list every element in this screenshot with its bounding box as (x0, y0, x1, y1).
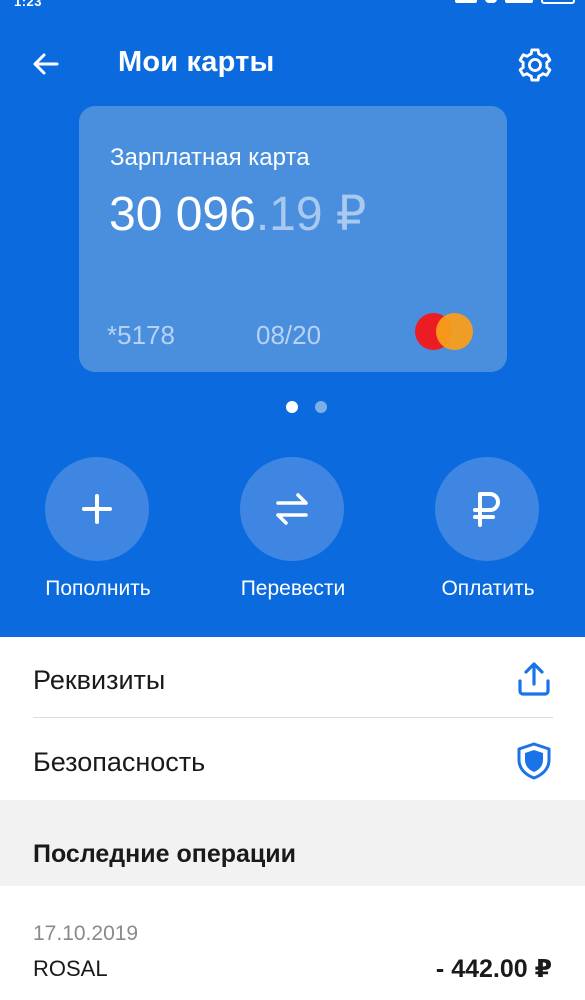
transfer-circle (240, 457, 344, 561)
operation-date: 17.10.2019 (33, 922, 139, 945)
gear-icon (518, 48, 552, 82)
mastercard-orange-circle (436, 313, 473, 350)
card-balance-fraction: .19 ₽ (255, 188, 367, 241)
status-bar: 1:23 (0, 0, 585, 14)
alarm-icon (485, 0, 497, 3)
page-title: Мои карты (118, 46, 275, 78)
transfer-label: Перевести (240, 577, 346, 600)
settings-button[interactable] (512, 42, 558, 88)
menu-item-label: Реквизиты (33, 665, 166, 695)
bank-card[interactable]: Зарплатная карта 30 096.19 ₽ *5178 08/20 (79, 106, 507, 372)
ruble-icon (473, 492, 500, 527)
menu-item-requisites[interactable]: Реквизиты (0, 637, 585, 719)
shield-icon (512, 739, 556, 783)
pager-dot[interactable] (315, 401, 327, 413)
pay-button[interactable]: Оплатить (413, 457, 563, 607)
signal-icon (455, 0, 477, 3)
card-expiry: 08/20 (256, 320, 322, 350)
card-menu: Реквизиты Безопасность (0, 637, 585, 800)
card-masked-number: *5178 (107, 320, 175, 350)
arrow-left-icon (33, 53, 59, 75)
plus-icon (82, 494, 112, 524)
cellular-icon (505, 0, 533, 3)
menu-item-label: Безопасность (33, 747, 206, 777)
operation-amount: - 442.00 ₽ (435, 955, 552, 983)
status-time: 1:23 (14, 0, 43, 9)
menu-item-security[interactable]: Безопасность (0, 719, 585, 801)
pay-circle (435, 457, 539, 561)
pay-label: Оплатить (441, 577, 535, 600)
header-panel: 1:23 Мои карты Зарплатная карта 30 096.1… (0, 0, 585, 637)
card-balance-main: 30 096 (109, 188, 256, 241)
pager-dot-active[interactable] (286, 401, 298, 413)
top-up-label: Пополнить (45, 577, 151, 600)
top-up-circle (45, 457, 149, 561)
status-icons (455, 0, 575, 4)
operation-merchant: ROSAL (33, 956, 108, 981)
recent-operations-header: Последние операции (0, 800, 585, 886)
back-button[interactable] (24, 42, 68, 86)
transfer-button[interactable]: Перевести (218, 457, 368, 607)
recent-operations-title: Последние операции (33, 840, 297, 868)
card-name: Зарплатная карта (110, 144, 310, 171)
operation-row[interactable]: 17.10.2019 ROSAL - 442.00 ₽ (0, 886, 585, 1000)
transfer-arrows-icon (276, 493, 308, 525)
card-pager (0, 401, 585, 415)
screen: 1:23 Мои карты Зарплатная карта 30 096.1… (0, 0, 585, 1000)
divider (33, 717, 553, 718)
top-app-bar: Мои карты (0, 38, 585, 88)
top-up-button[interactable]: Пополнить (23, 457, 173, 607)
battery-icon (541, 0, 575, 4)
share-upload-icon (512, 657, 556, 701)
mastercard-logo (415, 311, 477, 351)
card-balance: 30 096.19 ₽ (109, 186, 366, 242)
